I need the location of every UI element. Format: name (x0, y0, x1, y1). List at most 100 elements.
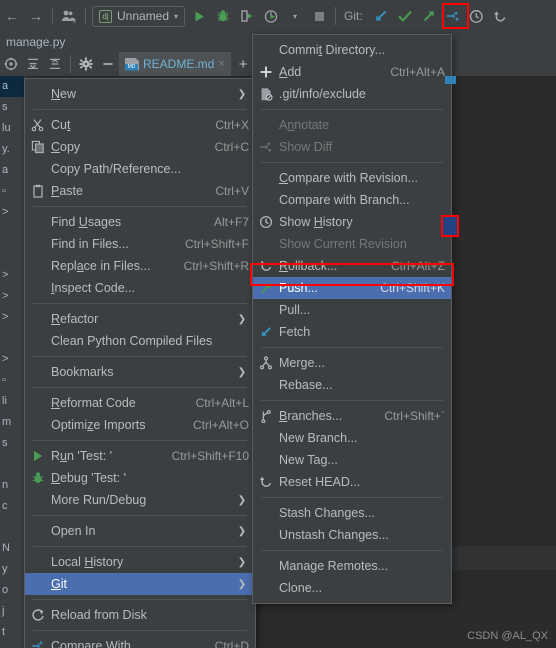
menu-item-find-usages[interactable]: Find Usages Alt+F7 (25, 211, 255, 233)
git-menu-item-stash-changes[interactable]: Stash Changes... (253, 502, 451, 524)
git-menu-item-commit-directory[interactable]: Commit Directory... (253, 39, 451, 61)
tree-node[interactable]: lu (0, 118, 24, 139)
tree-node[interactable]: y (0, 559, 24, 580)
chevron-right-icon: ❯ (237, 313, 247, 325)
tree-node[interactable]: a (0, 76, 24, 97)
menu-item-paste[interactable]: Paste Ctrl+V (25, 180, 255, 202)
chevron-right-icon: ❯ (237, 525, 247, 537)
tab-readme[interactable]: MD README.md × (119, 52, 231, 76)
git-menu-item-compare-with-branch[interactable]: Compare with Branch... (253, 189, 451, 211)
menu-item-copy-path-reference[interactable]: Copy Path/Reference... (25, 158, 255, 180)
git-submenu[interactable]: Commit Directory... Add Ctrl+Alt+A .git/inf… (252, 34, 452, 604)
editor-caret-annotation-box (441, 215, 459, 237)
git-menu-item-fetch[interactable]: Fetch (253, 321, 451, 343)
tree-node[interactable]: > (0, 265, 24, 286)
git-menu-item-git-info-exclude[interactable]: .git/info/exclude (253, 83, 451, 105)
menu-item-find-in-files[interactable]: Find in Files... Ctrl+Shift+F (25, 233, 255, 255)
fetch-icon (253, 325, 279, 339)
menu-item-git[interactable]: Git ❯ (25, 573, 255, 595)
git-menu-item-pull[interactable]: Pull... (253, 299, 451, 321)
settings-gear-icon[interactable] (75, 53, 97, 75)
update-project-icon[interactable] (369, 4, 393, 28)
menu-item-compare-with[interactable]: Compare With... Ctrl+D (25, 635, 255, 648)
debug-bug-icon[interactable] (211, 4, 235, 28)
git-menu-item-clone[interactable]: Clone... (253, 577, 451, 599)
tree-node[interactable]: s (0, 97, 24, 118)
tree-node[interactable] (0, 517, 24, 538)
run-with-coverage-icon[interactable] (235, 4, 259, 28)
tree-node[interactable]: y. (0, 139, 24, 160)
git-menu-item-push[interactable]: Push... Ctrl+Shift+K (253, 277, 451, 299)
file-context-menu[interactable]: New ❯ Cut Ctrl+X Copy Ctrl+C Copy Path/Referen… (24, 78, 256, 648)
arrow-left-icon[interactable]: ← (0, 4, 24, 28)
tree-node[interactable]: N (0, 538, 24, 559)
menu-item-label: Fetch (279, 325, 311, 339)
tree-node[interactable] (0, 223, 24, 244)
tree-node[interactable]: s (0, 433, 24, 454)
menu-item-copy[interactable]: Copy Ctrl+C (25, 136, 255, 158)
git-menu-item-rebase[interactable]: Rebase... (253, 374, 451, 396)
menu-item-debug-test[interactable]: Debug 'Test: ' (25, 467, 255, 489)
project-tree-sliver[interactable]: asluy.a▫>>>>>▫limsncNyojtu (0, 76, 24, 648)
menu-item-open-in[interactable]: Open In ❯ (25, 520, 255, 542)
tree-node[interactable]: ▫ (0, 370, 24, 391)
tree-node[interactable]: t (0, 622, 24, 643)
tree-node[interactable]: c (0, 496, 24, 517)
tree-node[interactable]: > (0, 349, 24, 370)
menu-item-local-history[interactable]: Local History ❯ (25, 551, 255, 573)
tree-node[interactable]: ▫ (0, 181, 24, 202)
git-menu-item-merge[interactable]: Merge... (253, 352, 451, 374)
tree-node[interactable]: li (0, 391, 24, 412)
tree-node[interactable]: a (0, 160, 24, 181)
menu-item-label: Git (51, 577, 67, 591)
commit-checkmark-icon[interactable] (393, 4, 417, 28)
menu-item-replace-in-files[interactable]: Replace in Files... Ctrl+Shift+R (25, 255, 255, 277)
menu-item-more-run-debug[interactable]: More Run/Debug ❯ (25, 489, 255, 511)
git-menu-item-branches[interactable]: Branches... Ctrl+Shift+` (253, 405, 451, 427)
menu-item-reformat-code[interactable]: Reformat Code Ctrl+Alt+L (25, 392, 255, 414)
git-menu-item-new-branch[interactable]: New Branch... (253, 427, 451, 449)
hide-icon[interactable] (97, 53, 119, 75)
menu-item-inspect-code[interactable]: Inspect Code... (25, 277, 255, 299)
tree-node[interactable]: > (0, 286, 24, 307)
tree-node[interactable]: o (0, 580, 24, 601)
run-icon[interactable] (187, 4, 211, 28)
stop-icon[interactable] (307, 4, 331, 28)
menu-item-optimize-imports[interactable]: Optimize Imports Ctrl+Alt+O (25, 414, 255, 436)
profiler-icon[interactable] (259, 4, 283, 28)
git-menu-item-manage-remotes[interactable]: Manage Remotes... (253, 555, 451, 577)
tree-node[interactable] (0, 454, 24, 475)
profiler-chevron-down-icon[interactable]: ▾ (283, 4, 307, 28)
arrow-right-icon[interactable]: → (24, 4, 48, 28)
expand-all-icon[interactable] (22, 53, 44, 75)
git-menu-item-rollback[interactable]: Rollback... Ctrl+Alt+Z (253, 255, 451, 277)
target-icon[interactable] (0, 53, 22, 75)
tree-node[interactable] (0, 244, 24, 265)
tree-node[interactable]: j (0, 601, 24, 622)
tree-node[interactable]: > (0, 202, 24, 223)
git-menu-item-show-history[interactable]: Show History (253, 211, 451, 233)
user-group-icon[interactable] (57, 4, 81, 28)
menu-item-clean-python-compiled-files[interactable]: Clean Python Compiled Files (25, 330, 255, 352)
git-menu-item-compare-with-revision[interactable]: Compare with Revision... (253, 167, 451, 189)
push-arrow-icon[interactable] (417, 4, 441, 28)
git-menu-item-reset-head[interactable]: Reset HEAD... (253, 471, 451, 493)
menu-item-reload-from-disk[interactable]: Reload from Disk (25, 604, 255, 626)
git-menu-item-add[interactable]: Add Ctrl+Alt+A (253, 61, 451, 83)
git-menu-item-unstash-changes[interactable]: Unstash Changes... (253, 524, 451, 546)
menu-item-new[interactable]: New ❯ (25, 83, 255, 105)
run-configuration-selector[interactable]: dj Unnamed ▾ (92, 5, 186, 27)
menu-item-run-test[interactable]: Run 'Test: ' Ctrl+Shift+F10 (25, 445, 255, 467)
tree-node[interactable]: > (0, 307, 24, 328)
menu-item-refactor[interactable]: Refactor ❯ (25, 308, 255, 330)
git-menu-item-new-tag[interactable]: New Tag... (253, 449, 451, 471)
collapse-all-icon[interactable] (44, 53, 66, 75)
menu-item-bookmarks[interactable]: Bookmarks ❯ (25, 361, 255, 383)
menu-item-cut[interactable]: Cut Ctrl+X (25, 114, 255, 136)
tree-node[interactable]: n (0, 475, 24, 496)
tree-node[interactable]: m (0, 412, 24, 433)
tree-node[interactable]: u (0, 643, 24, 648)
tree-node[interactable] (0, 328, 24, 349)
close-icon[interactable]: × (218, 58, 224, 70)
rollback-icon[interactable] (489, 4, 513, 28)
